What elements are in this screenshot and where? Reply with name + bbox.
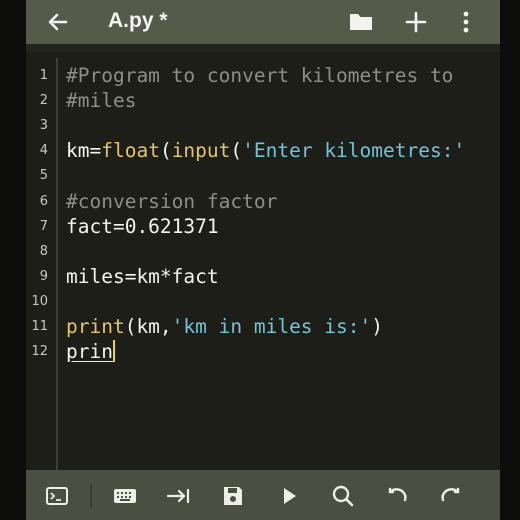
more-vert-icon[interactable] bbox=[456, 8, 476, 36]
save-icon[interactable] bbox=[220, 483, 246, 509]
line-number: 2 bbox=[39, 93, 48, 109]
line-number: 7 bbox=[39, 218, 48, 234]
code-token: #miles bbox=[66, 89, 137, 113]
terminal-icon[interactable] bbox=[44, 483, 70, 509]
app-toolbar: A.py * bbox=[26, 0, 500, 44]
line-number: 11 bbox=[31, 319, 48, 334]
code-token: fact=0.621371 bbox=[66, 214, 219, 238]
right-frame bbox=[500, 0, 520, 520]
file-title: A.py * bbox=[108, 9, 168, 32]
code-token: ( bbox=[159, 139, 172, 163]
code-token: 'Enter kilometres:' bbox=[242, 139, 466, 163]
code-token: input bbox=[171, 139, 231, 163]
code-text: km=float(input('Enter kilometres:' bbox=[66, 138, 465, 163]
toolbar-separator bbox=[90, 484, 92, 508]
code-text: #Program to convert kilometres to bbox=[66, 63, 453, 88]
editor-top-strip bbox=[26, 44, 500, 52]
plus-icon[interactable] bbox=[402, 8, 430, 36]
code-token: float bbox=[101, 139, 160, 163]
code-text: miles=km*fact bbox=[66, 264, 219, 289]
folder-icon[interactable] bbox=[347, 8, 375, 36]
back-arrow-icon[interactable] bbox=[44, 8, 72, 36]
redo-icon[interactable] bbox=[438, 483, 464, 509]
code-token: prin bbox=[66, 340, 113, 364]
line-number: 3 bbox=[39, 118, 48, 134]
code-token: km= bbox=[66, 139, 102, 163]
line-number: 8 bbox=[39, 243, 48, 259]
code-text: #miles bbox=[66, 88, 136, 113]
line-number: 9 bbox=[39, 268, 48, 284]
line-number: 4 bbox=[39, 143, 48, 159]
left-frame bbox=[0, 0, 26, 520]
line-number: 10 bbox=[31, 293, 48, 309]
code-token: #conversion factor bbox=[66, 189, 278, 213]
line-number: 5 bbox=[39, 168, 48, 184]
code-token: (km, bbox=[124, 315, 172, 338]
line-number: 1 bbox=[39, 68, 48, 83]
line-number: 12 bbox=[31, 344, 48, 360]
code-text: fact=0.621371 bbox=[66, 214, 219, 239]
code-token: #Program to convert kilometres to bbox=[66, 64, 454, 87]
code-token: ( bbox=[230, 139, 243, 163]
code-token: 'km in miles is:' bbox=[171, 315, 372, 338]
gutter-divider bbox=[56, 58, 58, 470]
text-cursor bbox=[112, 340, 115, 363]
search-icon[interactable] bbox=[330, 483, 356, 509]
run-icon[interactable] bbox=[276, 483, 302, 509]
code-text: print(km,'km in miles is:') bbox=[66, 314, 383, 339]
code-editor[interactable]: 1 #Program to convert kilometres to 2 #mile… bbox=[26, 44, 500, 470]
keyboard-icon[interactable] bbox=[112, 483, 138, 509]
code-text: prin bbox=[66, 339, 115, 364]
undo-icon[interactable] bbox=[384, 483, 410, 509]
bottom-toolbar bbox=[26, 470, 500, 520]
code-token: miles=km*fact bbox=[66, 264, 219, 288]
line-number: 6 bbox=[39, 193, 48, 209]
code-token: ) bbox=[371, 315, 384, 338]
tab-indent-icon[interactable] bbox=[166, 483, 192, 509]
code-text: #conversion factor bbox=[66, 189, 277, 214]
code-token: print bbox=[66, 315, 125, 338]
